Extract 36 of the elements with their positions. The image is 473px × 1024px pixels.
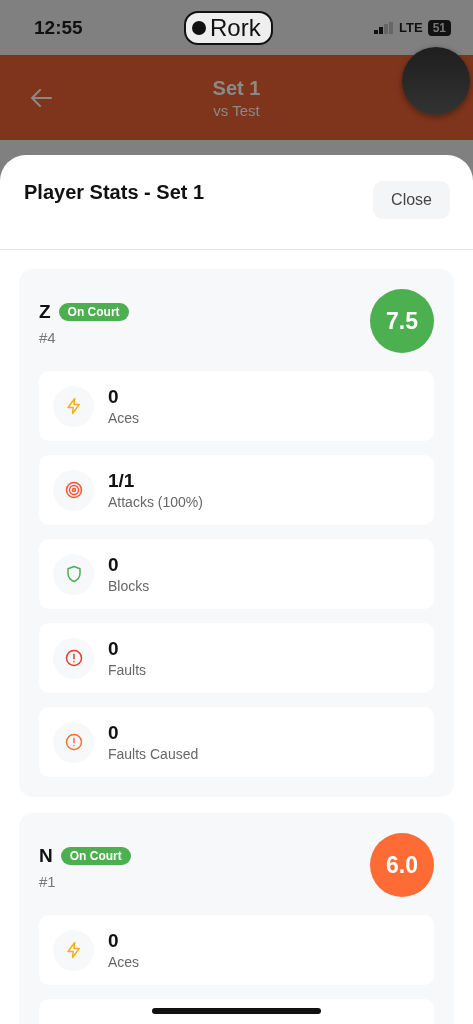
stat-value: 0 <box>108 638 120 660</box>
stat-label: Faults <box>108 662 147 678</box>
player-name: Z <box>39 301 51 323</box>
sheet-title: Player Stats - Set 1 <box>24 181 205 204</box>
close-button[interactable]: Close <box>373 181 450 219</box>
player-number: #1 <box>39 873 57 890</box>
stat-value: 1/1 <box>108 470 136 492</box>
stat-value: 0 <box>108 554 120 576</box>
stat-label: Faults Caused <box>108 746 199 762</box>
stat-value: 0 <box>108 930 120 952</box>
header-subtitle: vs Test <box>213 101 260 119</box>
header-title: Set 1 <box>212 76 261 100</box>
status-badge: On Court <box>58 303 129 321</box>
back-arrow-icon[interactable] <box>30 88 52 108</box>
stat-label: Blocks <box>108 578 150 594</box>
alert-icon <box>64 649 83 667</box>
alert-icon <box>64 733 83 751</box>
rating-circle: 6.0 <box>370 833 434 897</box>
shield-icon <box>64 565 83 583</box>
network-label: LTE <box>399 20 423 35</box>
player-number: #4 <box>39 329 57 346</box>
lightning-icon <box>64 941 83 959</box>
app-pill: Rork <box>184 10 273 45</box>
lightning-icon <box>64 397 83 415</box>
signal-icon <box>374 21 395 34</box>
stat-value: 0 <box>108 386 120 408</box>
rating-circle: 7.5 <box>370 289 434 353</box>
status-time: 12:55 <box>34 16 83 39</box>
battery-icon: 51 <box>427 19 451 36</box>
stat-value: 0 <box>108 722 120 744</box>
stat-label: Aces <box>108 410 140 426</box>
player-name: N <box>39 845 53 867</box>
status-badge: On Court <box>60 847 131 865</box>
target-icon <box>64 481 83 499</box>
stat-label: Attacks (100%) <box>108 494 203 510</box>
stat-label: Aces <box>108 954 140 970</box>
